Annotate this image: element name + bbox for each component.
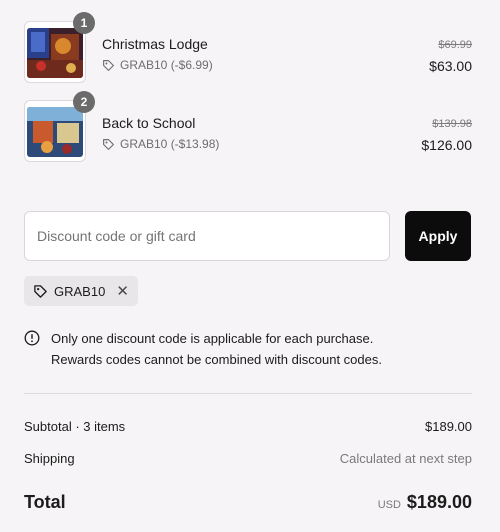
discount-code-input[interactable] (24, 211, 390, 261)
product-image (27, 28, 83, 78)
shipping-label: Shipping (24, 451, 75, 466)
info-icon (24, 330, 40, 346)
notice-line-1: Only one discount code is applicable for… (51, 331, 374, 346)
quantity-badge: 1 (73, 12, 95, 34)
item-discount-text: GRAB10 (-$6.99) (120, 58, 213, 72)
product-thumbnail: 2 (24, 91, 95, 162)
item-discount-text: GRAB10 (-$13.98) (120, 137, 220, 151)
total-value: $189.00 (406, 492, 472, 512)
shipping-value: Calculated at next step (339, 451, 472, 466)
product-image (27, 107, 83, 157)
tag-icon (103, 59, 114, 71)
tag-icon (103, 138, 114, 150)
product-thumbnail: 1 (24, 12, 95, 83)
apply-button[interactable]: Apply (405, 211, 471, 261)
total-amount: USD $189.00 (378, 492, 472, 513)
quantity-badge: 2 (73, 91, 95, 113)
tag-icon (34, 284, 47, 298)
original-price: $69.99 (438, 39, 472, 51)
discount-notice: Only one discount code is applicable for… (24, 328, 472, 370)
total-label: Total (24, 492, 66, 512)
item-discount: GRAB10 (-$13.98) (102, 137, 219, 151)
item-discount: GRAB10 (-$6.99) (102, 58, 213, 72)
shipping-row: Shipping Calculated at next step (24, 451, 472, 466)
applied-discount-tag: GRAB10 ✕ (24, 276, 138, 306)
line-item: 2 Back to School GRAB10 (-$13.98) $139.9… (24, 91, 472, 164)
subtotal-row: Subtotal · 3 items $189.00 (24, 419, 472, 434)
divider (24, 393, 472, 394)
product-name: Back to School (102, 115, 196, 131)
applied-code-label: GRAB10 (54, 283, 106, 299)
currency-code: USD (377, 499, 401, 511)
total-row: Total USD $189.00 (24, 492, 472, 513)
discounted-price: $63.00 (429, 58, 472, 74)
original-price: $139.98 (432, 118, 472, 130)
product-name: Christmas Lodge (102, 36, 208, 52)
subtotal-value: $189.00 (425, 419, 472, 434)
subtotal-label: Subtotal · 3 items (24, 419, 126, 434)
discounted-price: $126.00 (421, 137, 472, 153)
close-icon[interactable]: ✕ (116, 284, 129, 299)
notice-line-2: Rewards codes cannot be combined with di… (51, 352, 382, 367)
line-item: 1 Christmas Lodge GRAB10 (-$6.99) $69.99… (24, 12, 472, 85)
